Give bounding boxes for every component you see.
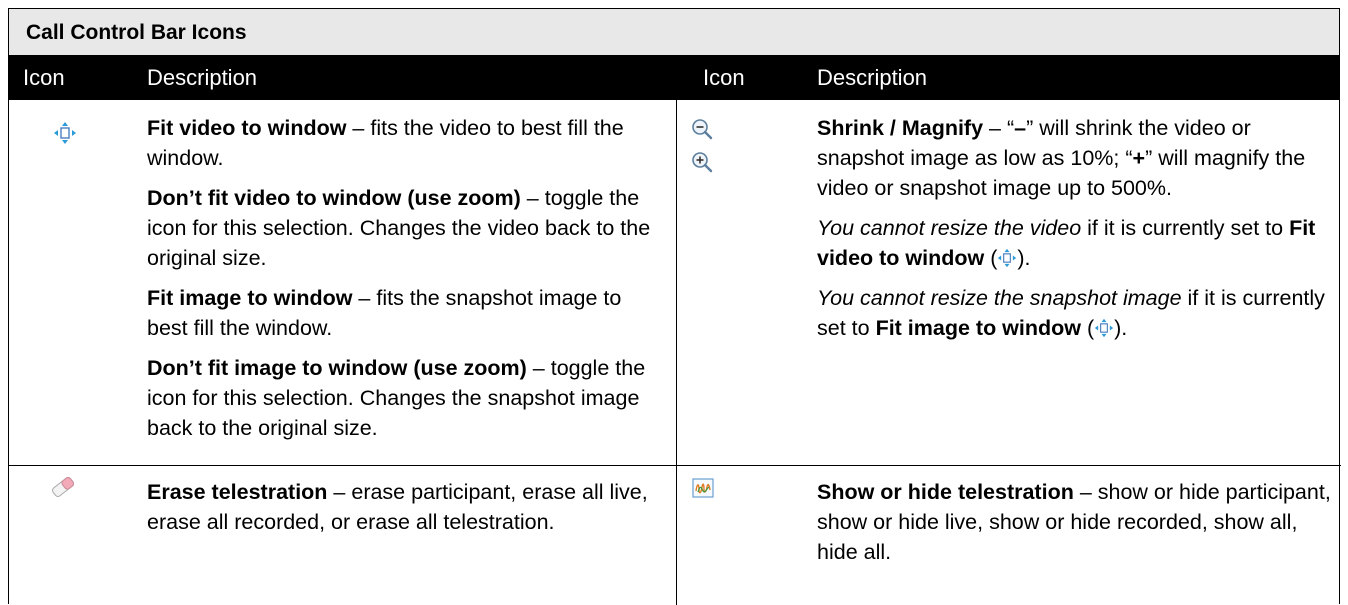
cannot-resize-video-paragraph: You cannot resize the video if it is cur… — [817, 216, 1316, 270]
dont-fit-image-paragraph: Don’t fit image to window (use zoom) – t… — [147, 356, 646, 440]
fit-window-description: Fit video to window – fits the video to … — [147, 113, 667, 453]
table-header-row: Icon Description Icon Description — [9, 56, 1339, 100]
header-icon-right: Icon — [703, 65, 745, 90]
column-divider — [676, 100, 677, 605]
shrink-magnify-description: Shrink / Magnify – “–” will shrink the v… — [817, 113, 1337, 353]
fit-window-arrows-icon — [998, 248, 1017, 268]
row-divider — [9, 465, 1341, 466]
header-icon-left: Icon — [23, 65, 65, 90]
cannot-resize-image-paragraph: You cannot resize the snapshot image if … — [817, 286, 1325, 340]
fit-window-arrows-icon — [54, 122, 76, 144]
fit-window-arrows-icon — [1094, 318, 1114, 338]
show-hide-telestration-paragraph: Show or hide telestration – show or hide… — [817, 480, 1331, 564]
telestration-toggle-icon — [692, 478, 714, 498]
zoom-out-icon — [692, 119, 713, 140]
fit-video-paragraph: Fit video to window – fits the video to … — [147, 116, 624, 170]
table-title-row: Call Control Bar Icons — [9, 9, 1339, 56]
header-description-right: Description — [817, 65, 928, 90]
table-title: Call Control Bar Icons — [26, 21, 247, 44]
call-control-icons-table: Call Control Bar Icons Icon Description … — [8, 8, 1341, 605]
erase-telestration-description: Erase telestration – erase participant, … — [147, 477, 667, 547]
dont-fit-video-paragraph: Don’t fit video to window (use zoom) – t… — [147, 186, 651, 270]
header-description-left: Description — [147, 65, 258, 90]
show-hide-telestration-description: Show or hide telestration – show or hide… — [817, 477, 1337, 577]
shrink-magnify-paragraph: Shrink / Magnify – “–” will shrink the v… — [817, 116, 1306, 200]
eraser-icon — [51, 476, 75, 498]
zoom-in-icon — [692, 152, 713, 173]
erase-telestration-paragraph: Erase telestration – erase participant, … — [147, 480, 648, 534]
fit-image-paragraph: Fit image to window – fits the snapshot … — [147, 286, 622, 340]
